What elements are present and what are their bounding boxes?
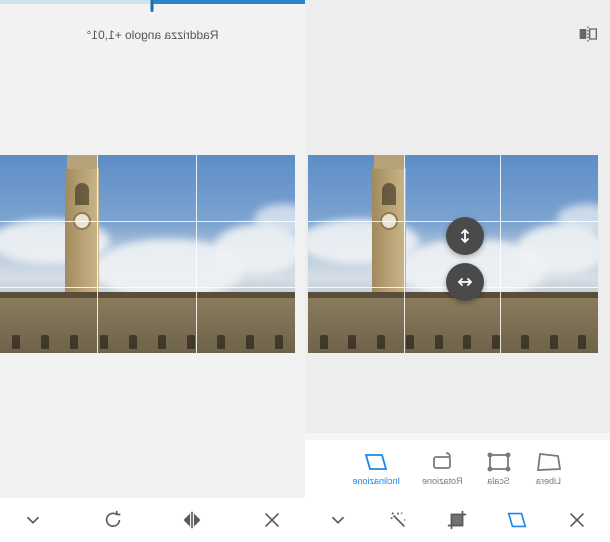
left-image-canvas[interactable] xyxy=(308,155,598,353)
mirror-icon[interactable] xyxy=(578,26,598,42)
straighten-slider-track[interactable] xyxy=(0,0,305,4)
vertical-skew-handle[interactable] xyxy=(446,217,484,255)
tab-scala[interactable]: Scala xyxy=(485,452,513,486)
app-container: Libera Scala Rotazione Inclinazione xyxy=(0,0,610,542)
grid-line xyxy=(196,155,197,353)
expand-down-button[interactable] xyxy=(20,507,46,533)
magic-wand-button[interactable] xyxy=(385,507,411,533)
flip-horizontal-button[interactable] xyxy=(179,507,205,533)
rotate-frame-icon xyxy=(428,452,456,472)
grid-line xyxy=(97,155,98,353)
slider-thumb[interactable] xyxy=(151,0,154,12)
slider-fill xyxy=(153,0,306,4)
skew-tool-button[interactable] xyxy=(504,507,530,533)
free-transform-icon xyxy=(535,452,563,472)
grid-line xyxy=(404,155,405,353)
tower xyxy=(372,167,406,302)
tab-label: Libera xyxy=(536,476,561,486)
close-button[interactable] xyxy=(564,507,590,533)
rotate-ccw-button[interactable] xyxy=(100,507,126,533)
grid-line xyxy=(0,221,295,222)
tab-inclinazione[interactable]: Inclinazione xyxy=(352,452,400,486)
right-bottom-toolbar xyxy=(0,498,305,542)
horizontal-skew-handle[interactable] xyxy=(446,263,484,301)
skew-icon xyxy=(362,452,390,472)
close-button[interactable] xyxy=(259,507,285,533)
buildings xyxy=(308,298,598,353)
expand-down-button[interactable] xyxy=(325,507,351,533)
scale-icon xyxy=(485,452,513,472)
transform-tabs: Libera Scala Rotazione Inclinazione xyxy=(305,440,610,498)
left-bottom-toolbar xyxy=(305,498,610,542)
straighten-status-text: Raddrizza angolo +1,01° xyxy=(0,28,305,42)
grid-line xyxy=(500,155,501,353)
crop-tool-button[interactable] xyxy=(445,507,471,533)
tab-label: Inclinazione xyxy=(352,476,400,486)
tab-libera[interactable]: Libera xyxy=(535,452,563,486)
tower xyxy=(65,167,99,302)
buildings xyxy=(0,298,295,353)
tab-rotazione[interactable]: Rotazione xyxy=(422,452,463,486)
tab-label: Scala xyxy=(487,476,510,486)
right-image-canvas[interactable] xyxy=(0,155,295,353)
grid-line xyxy=(0,287,295,288)
right-panel: Raddrizza angolo +1,01° xyxy=(0,0,305,542)
tab-label: Rotazione xyxy=(422,476,463,486)
left-panel: Libera Scala Rotazione Inclinazione xyxy=(305,0,610,542)
